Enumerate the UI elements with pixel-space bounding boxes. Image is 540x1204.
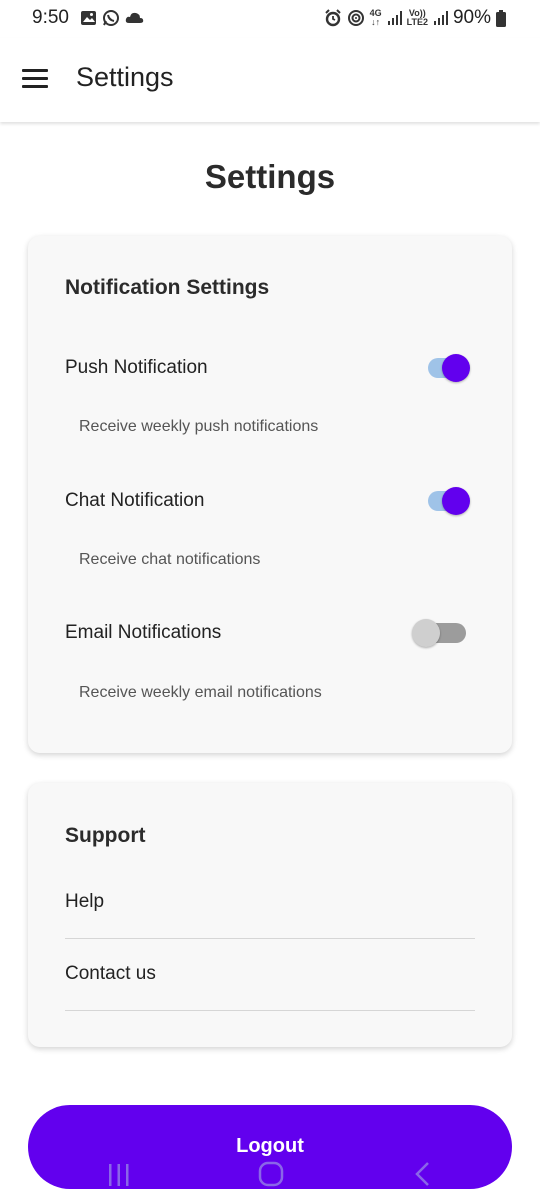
chat-notification-label: Chat Notification (65, 490, 205, 511)
page-title: Settings (204, 158, 336, 195)
home-icon[interactable] (257, 1160, 285, 1188)
notification-settings-heading: Notification Settings (65, 276, 270, 299)
hamburger-menu-icon[interactable] (22, 69, 48, 89)
battery-icon (496, 9, 506, 27)
support-heading: Support (65, 824, 146, 847)
push-notification-label: Push Notification (65, 357, 208, 378)
contact-us-link[interactable]: Contact us (65, 963, 156, 985)
hotspot-icon (347, 10, 364, 26)
logout-label: Logout (236, 1135, 304, 1157)
notification-settings-card: Notification Settings Push Notification … (28, 236, 512, 753)
signal-icon-1 (387, 11, 402, 25)
support-divider (65, 938, 475, 939)
chat-notification-toggle[interactable] (426, 487, 472, 515)
status-time: 9:50 (32, 7, 69, 28)
support-card: Support Help Contact us (28, 783, 512, 1047)
back-icon[interactable] (410, 1160, 434, 1188)
gallery-icon (81, 11, 96, 25)
recent-apps-icon[interactable] (106, 1162, 132, 1188)
help-link[interactable]: Help (65, 891, 104, 913)
alarm-icon (324, 9, 341, 27)
cloud-icon (125, 12, 144, 23)
app-bar: Settings (0, 38, 540, 122)
signal-icon-2 (433, 11, 448, 25)
email-notifications-description: Receive weekly email notifications (79, 684, 322, 701)
chat-notification-description: Receive chat notifications (79, 551, 261, 568)
email-notifications-toggle[interactable] (412, 619, 472, 647)
whatsapp-icon (103, 10, 119, 26)
push-notification-description: Receive weekly push notifications (79, 418, 319, 435)
support-divider (65, 1010, 475, 1011)
status-bar: 9:50 4G ↓↑ Vo)) LTE2 90% (0, 0, 540, 38)
volte-icon: Vo)) LTE2 (406, 8, 428, 27)
push-notification-toggle[interactable] (426, 354, 472, 382)
email-notifications-label: Email Notifications (65, 622, 222, 643)
battery-percent: 90% (452, 7, 491, 28)
network-4g-icon: 4G ↓↑ (369, 8, 382, 27)
app-bar-title: Settings (76, 62, 174, 92)
system-nav-bar (0, 1158, 540, 1198)
